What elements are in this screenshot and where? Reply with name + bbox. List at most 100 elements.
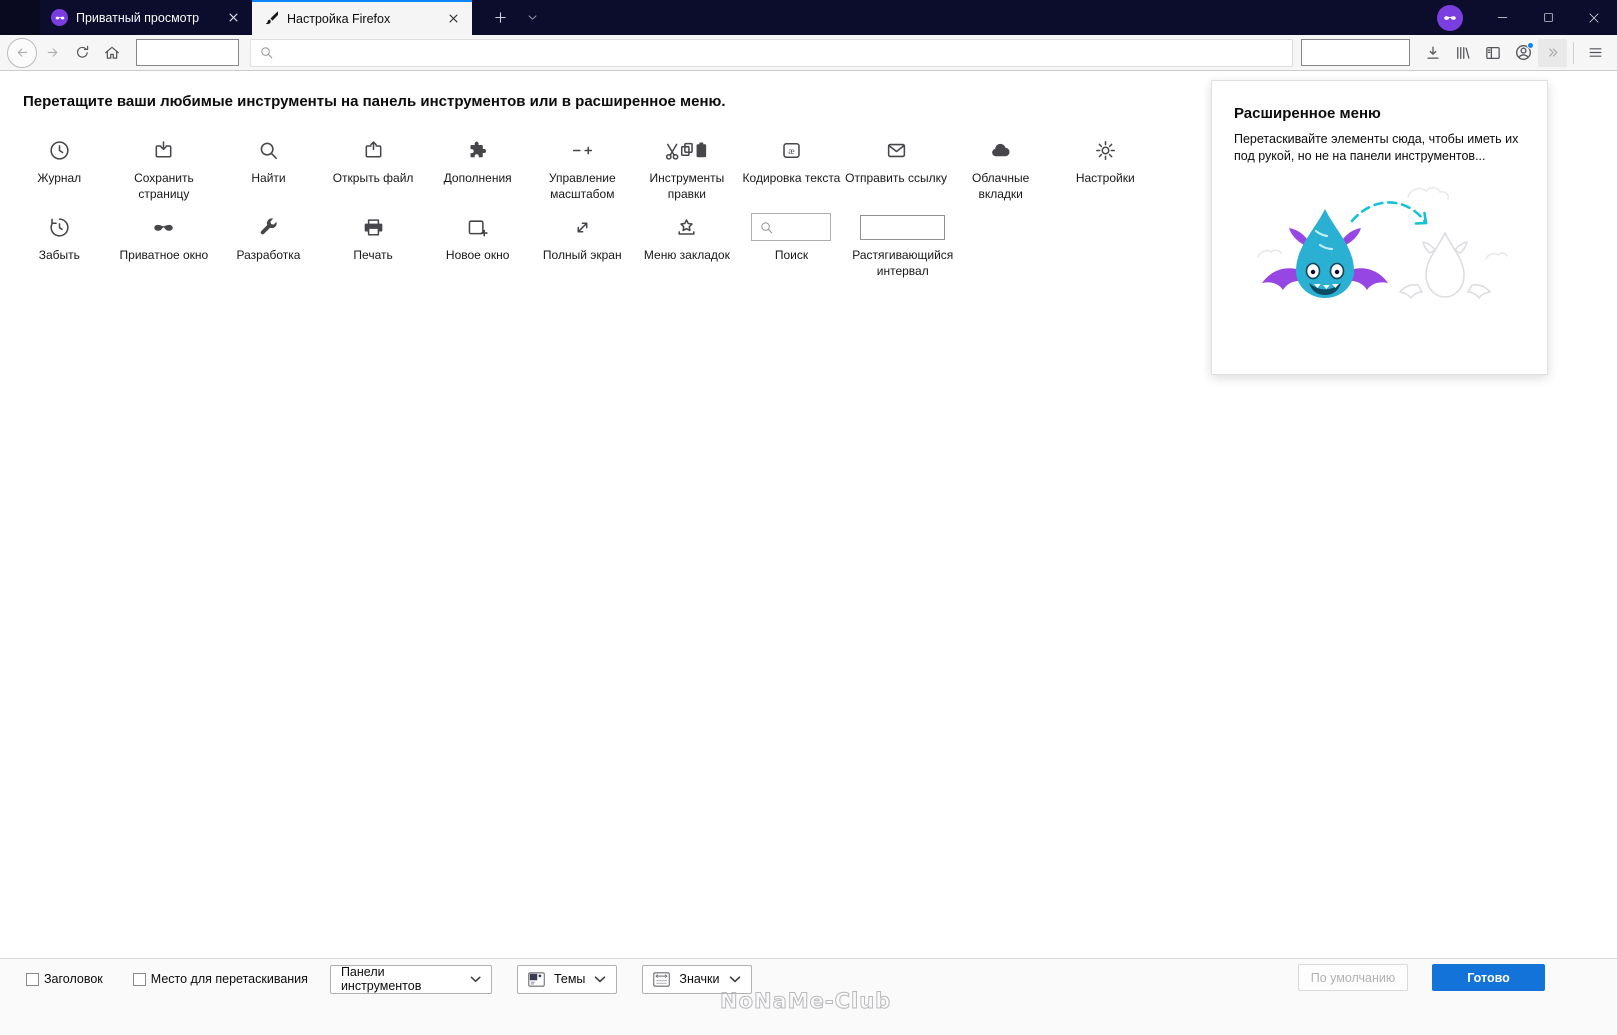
tool-save-page[interactable]: Сохранить страницу [112,131,217,202]
history-clock-icon [50,140,69,160]
tool-palette-row-2: Забыть Приватное окно Разработка Печать … [7,208,962,279]
gear-icon [1095,140,1115,160]
page-heading: Перетащите ваши любимые инструменты на п… [23,93,726,110]
flexible-space-widget [860,214,946,240]
paintbrush-icon [263,11,280,27]
customize-page: Перетащите ваши любимые инструменты на п… [0,71,1617,958]
notification-dot [1527,41,1534,49]
library-button[interactable] [1448,38,1478,68]
chevron-down-icon [729,975,740,982]
checkbox-icon[interactable] [26,972,39,986]
tool-zoom-controls[interactable]: Управление масштабом [530,131,635,202]
tool-flexible-space[interactable]: Растягивающийся интервал [844,208,962,279]
forward-button[interactable] [37,38,67,68]
minimize-button[interactable] [1479,0,1525,35]
dropdown-label: Темы [553,972,586,986]
search-icon [261,47,273,59]
tool-palette-row-1: Журнал Сохранить страницу Найти Открыть … [7,131,1158,202]
downloads-button[interactable] [1418,38,1448,68]
titlebar-checkbox[interactable]: Заголовок [26,972,103,986]
panel-title: Расширенное меню [1234,105,1381,122]
tool-fullscreen[interactable]: Полный экран [530,208,635,279]
printer-icon [364,218,382,236]
chevron-down-icon [470,976,481,982]
magnifier-icon [260,142,277,159]
menu-button[interactable] [1580,38,1610,68]
cut-copy-paste-icon [665,141,706,160]
tab-list-chevron-icon[interactable] [516,0,548,35]
bookmark-star-icon [678,218,695,235]
open-file-icon [365,140,382,157]
customize-footer: Заголовок Место для перетаскивания Панел… [0,958,1617,1035]
close-tab-icon[interactable] [443,9,463,29]
reload-button[interactable] [67,38,97,68]
checkbox-label: Заголовок [44,972,103,986]
dragspace-checkbox[interactable]: Место для перетаскивания [132,972,308,986]
address-bar[interactable] [250,38,1293,67]
tool-addons[interactable]: Дополнения [425,131,530,202]
svg-text:æ: æ [788,145,795,156]
tool-email-link[interactable]: Отправить ссылку [844,131,949,202]
navigation-toolbar [0,35,1617,71]
tool-find[interactable]: Найти [216,131,321,202]
tool-history[interactable]: Журнал [7,131,112,202]
maximize-button[interactable] [1525,0,1571,35]
titlebar-spacer [0,0,40,35]
tool-open-file[interactable]: Открыть файл [321,131,426,202]
private-browsing-indicator-icon [1437,4,1463,31]
titlebar-controls [1437,0,1617,35]
tool-print[interactable]: Печать [321,208,426,279]
mascot-illustration [1234,175,1525,325]
tab-private-browsing[interactable]: Приватный просмотр [40,0,252,35]
toolbar-separator [1573,41,1574,64]
fullscreen-arrows-icon [577,222,588,232]
tool-forget[interactable]: Забыть [7,208,112,279]
toolbars-dropdown[interactable]: Панели инструментов [329,964,492,994]
back-button[interactable] [7,37,37,68]
new-window-icon [468,219,488,237]
tab-customize-firefox[interactable]: Настройка Firefox [252,0,472,35]
checkbox-icon[interactable] [132,972,146,986]
tool-new-window[interactable]: Новое окно [425,208,530,279]
mask-icon [154,224,174,231]
panel-description: Перетаскивайте элементы сюда, чтобы имет… [1234,132,1519,163]
tool-developer[interactable]: Разработка [216,208,321,279]
tab-bar: Приватный просмотр Настройка Firefox [0,0,1617,35]
puzzle-icon [470,141,487,157]
tool-private-window[interactable]: Приватное окно [112,208,217,279]
tool-text-encoding[interactable]: æ Кодировка текста [739,131,844,202]
footer-controls: Заголовок Место для перетаскивания Панел… [26,964,752,994]
tab-label: Приватный просмотр [76,10,200,25]
themes-dropdown[interactable]: Темы [516,964,618,994]
close-tab-icon[interactable] [223,8,243,28]
tab-label: Настройка Firefox [287,11,391,26]
wrench-icon [260,217,277,234]
account-button[interactable] [1508,38,1538,68]
tool-settings[interactable]: Настройки [1053,131,1158,202]
forget-clock-icon [50,217,69,237]
watermark-text: NoNaMe-Club [719,989,892,1014]
tool-search-widget[interactable]: Поиск [739,208,844,279]
home-button[interactable] [97,38,127,68]
tool-bookmarks-menu[interactable]: Меню закладок [635,208,740,279]
private-mask-icon [51,9,68,26]
checkbox-label: Место для перетаскивания [150,972,308,986]
search-icon [761,221,773,233]
save-page-icon [155,140,172,157]
chevron-down-icon [595,975,606,982]
dropdown-label: Значки [679,972,720,986]
toolbar-drop-target[interactable] [136,39,239,66]
text-encoding-icon: æ [783,142,800,158]
overflow-menu-panel[interactable]: Расширенное меню Перетаскивайте элементы… [1211,80,1548,375]
restore-defaults-button[interactable]: По умолчанию [1298,964,1408,991]
tool-synced-tabs[interactable]: Облачные вкладки [948,131,1053,202]
tool-edit-controls[interactable]: Инструменты правки [635,131,740,202]
toolbar-drop-target[interactable] [1301,39,1410,66]
done-button[interactable]: Готово [1432,964,1545,991]
overflow-menu-button[interactable] [1538,38,1567,67]
close-window-button[interactable] [1571,0,1617,35]
search-box-widget [751,213,832,241]
density-icon [653,971,671,987]
new-tab-button[interactable] [484,0,516,35]
sidebar-button[interactable] [1478,38,1508,68]
